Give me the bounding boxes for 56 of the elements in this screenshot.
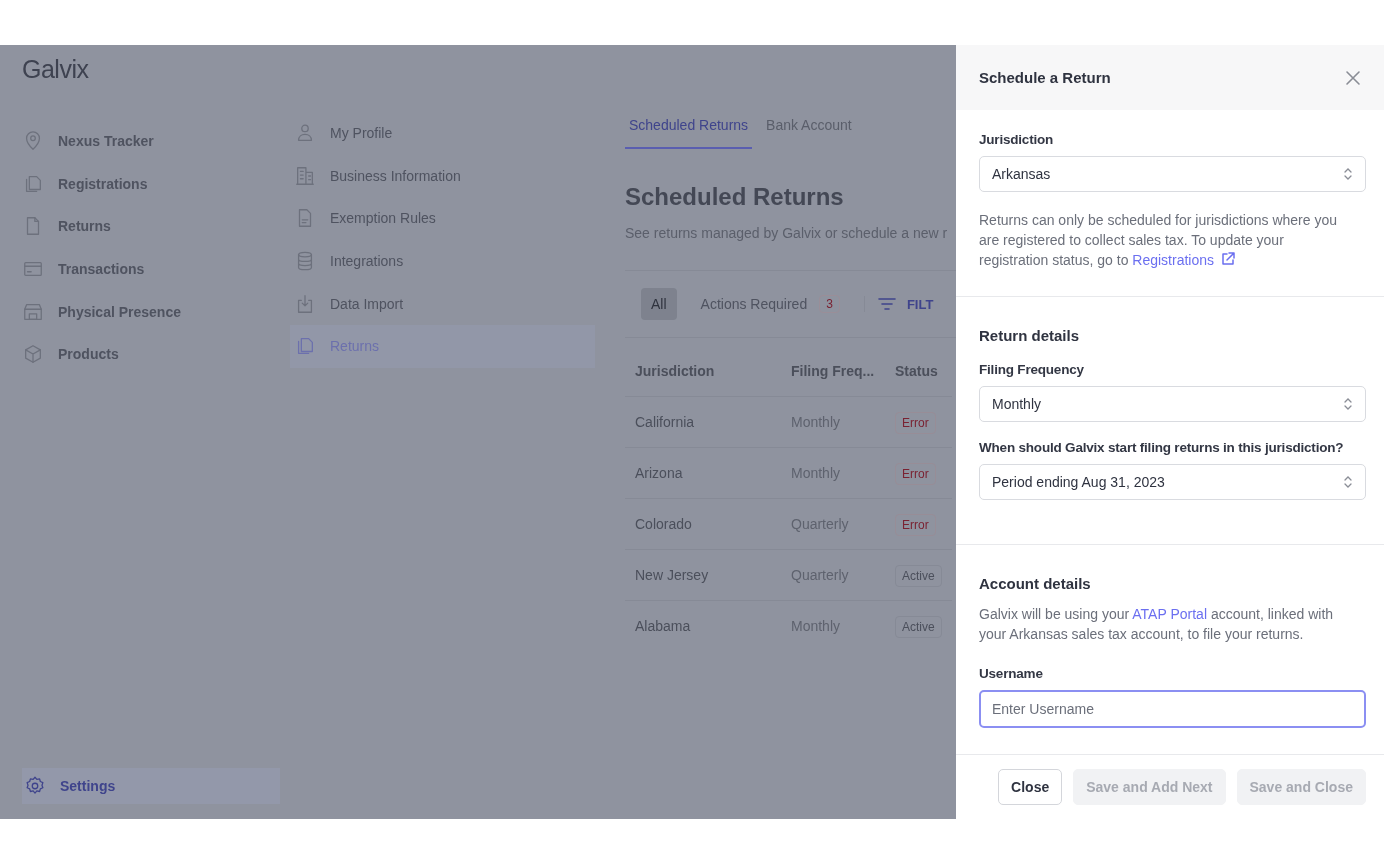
field-label: Username bbox=[979, 666, 1043, 681]
username-field[interactable]: Enter Username bbox=[979, 690, 1366, 728]
field-label: Jurisdiction bbox=[979, 132, 1054, 147]
section-heading: Account details bbox=[979, 575, 1091, 592]
status-badge: Error bbox=[895, 463, 936, 485]
select-field[interactable]: Period ending Aug 31, 2023 bbox=[979, 464, 1366, 500]
nav-item[interactable]: Returns bbox=[22, 205, 280, 248]
menu-item[interactable]: Data Import bbox=[290, 282, 595, 325]
nav-item[interactable]: Registrations bbox=[22, 162, 280, 206]
chevron-icon bbox=[1343, 396, 1353, 412]
nav-item[interactable]: Transactions bbox=[22, 247, 280, 291]
registrations-link[interactable]: Registrations bbox=[1132, 252, 1236, 268]
count-badge: 3 bbox=[819, 295, 840, 313]
column-header: Status bbox=[885, 346, 952, 397]
status-badge: Active bbox=[895, 565, 942, 587]
nav-item[interactable]: Nexus Tracker bbox=[22, 120, 280, 163]
status-badge: Error bbox=[895, 412, 936, 434]
tab[interactable]: Scheduled Returns bbox=[625, 105, 753, 149]
logo: Galvix bbox=[22, 55, 89, 84]
menu-item[interactable]: My Profile bbox=[290, 112, 595, 155]
filter-icon bbox=[876, 296, 897, 312]
filter-button[interactable]: FILT bbox=[863, 296, 934, 312]
portal-link[interactable]: ATAP Portal bbox=[1132, 606, 1207, 622]
nav-item[interactable]: Physical Presence bbox=[22, 290, 280, 333]
table-cell: Colorado bbox=[625, 498, 781, 550]
column-header: Jurisdiction bbox=[625, 346, 781, 397]
nav-item[interactable]: Settings bbox=[22, 768, 280, 804]
chevron-icon bbox=[1343, 474, 1353, 490]
page-title: Scheduled Returns bbox=[625, 183, 845, 211]
table-cell: New Jersey bbox=[625, 549, 781, 601]
menu-item[interactable]: Business Information bbox=[290, 154, 595, 198]
help-text: Returns can only be scheduled for jurisdictions where you are registered to collect sales tax. To update your registration status, go to Registrations bbox=[979, 211, 1338, 270]
menu-item[interactable]: Exemption Rules bbox=[290, 197, 595, 240]
drawer-title: Schedule a Return bbox=[979, 69, 1111, 86]
account-text: Galvix will be using your ATAP Portal account, linked with your Arkansas sales tax account, to file your returns. bbox=[979, 605, 1335, 644]
status-badge: Active bbox=[895, 616, 942, 638]
table-cell: Arizona bbox=[625, 447, 781, 499]
box-icon bbox=[22, 343, 44, 366]
table-cell: Alabama bbox=[625, 600, 781, 651]
field-label: Filing Frequency bbox=[979, 362, 1084, 377]
building-icon bbox=[294, 164, 316, 187]
external-link-icon bbox=[1220, 251, 1236, 267]
close-icon[interactable] bbox=[1344, 68, 1362, 87]
column-header: Filing Freq... bbox=[781, 346, 885, 397]
jurisdiction-select[interactable]: Arkansas bbox=[979, 156, 1366, 192]
menu-item[interactable]: Integrations bbox=[290, 239, 595, 283]
chevron-icon bbox=[1343, 166, 1353, 182]
status-badge: Error bbox=[895, 514, 936, 536]
select-field[interactable]: Monthly bbox=[979, 386, 1366, 422]
field-label: When should Galvix start filing returns in this jurisdiction? bbox=[979, 440, 1344, 455]
filter-chip[interactable]: All bbox=[641, 288, 677, 320]
footer-button[interactable]: Close bbox=[998, 769, 1063, 805]
filter-chip[interactable]: Actions Required 3 bbox=[690, 287, 850, 321]
nav-item[interactable]: Products bbox=[22, 332, 280, 376]
section-heading: Return details bbox=[979, 327, 1080, 344]
table-cell: California bbox=[625, 396, 781, 448]
